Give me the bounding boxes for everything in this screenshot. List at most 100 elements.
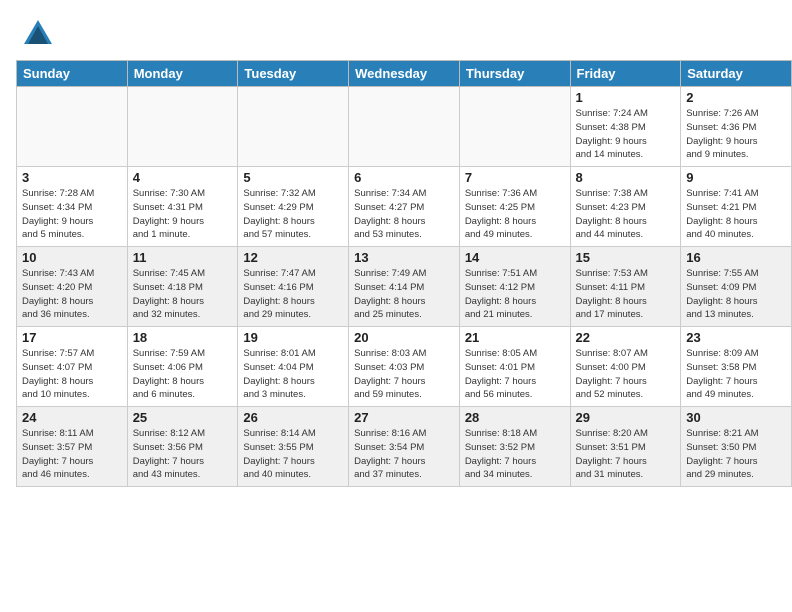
day-number: 7 (465, 170, 565, 185)
calendar-day: 25 Sunrise: 8:12 AMSunset: 3:56 PMDayligh… (127, 407, 238, 487)
calendar-week: 3 Sunrise: 7:28 AMSunset: 4:34 PMDaylight… (17, 167, 792, 247)
day-info: Sunrise: 7:28 AMSunset: 4:34 PMDaylight:… (22, 187, 122, 242)
day-info: Sunrise: 8:11 AMSunset: 3:57 PMDaylight:… (22, 427, 122, 482)
calendar-day: 21 Sunrise: 8:05 AMSunset: 4:01 PMDayligh… (459, 327, 570, 407)
day-info: Sunrise: 8:18 AMSunset: 3:52 PMDaylight:… (465, 427, 565, 482)
calendar-day (238, 87, 349, 167)
day-info: Sunrise: 8:12 AMSunset: 3:56 PMDaylight:… (133, 427, 233, 482)
day-number: 11 (133, 250, 233, 265)
calendar-day: 26 Sunrise: 8:14 AMSunset: 3:55 PMDayligh… (238, 407, 349, 487)
day-info: Sunrise: 7:36 AMSunset: 4:25 PMDaylight:… (465, 187, 565, 242)
day-number: 27 (354, 410, 454, 425)
weekday-header: Friday (570, 61, 681, 87)
calendar-week: 1Sunrise: 7:24 AMSunset: 4:38 PMDaylight… (17, 87, 792, 167)
day-number: 15 (576, 250, 676, 265)
calendar-day: 23 Sunrise: 8:09 AMSunset: 3:58 PMDayligh… (681, 327, 792, 407)
day-number: 19 (243, 330, 343, 345)
weekday-header: Monday (127, 61, 238, 87)
day-number: 6 (354, 170, 454, 185)
day-number: 24 (22, 410, 122, 425)
weekday-header: Wednesday (349, 61, 460, 87)
day-info: Sunrise: 7:24 AMSunset: 4:38 PMDaylight:… (576, 107, 676, 162)
calendar-day: 13 Sunrise: 7:49 AMSunset: 4:14 PMDayligh… (349, 247, 460, 327)
calendar-day (459, 87, 570, 167)
day-info: Sunrise: 7:47 AMSunset: 4:16 PMDaylight:… (243, 267, 343, 322)
calendar-day: 5 Sunrise: 7:32 AMSunset: 4:29 PMDaylight… (238, 167, 349, 247)
calendar-day: 19Sunrise: 8:01 AMSunset: 4:04 PMDayligh… (238, 327, 349, 407)
day-info: Sunrise: 7:49 AMSunset: 4:14 PMDaylight:… (354, 267, 454, 322)
day-info: Sunrise: 7:32 AMSunset: 4:29 PMDaylight:… (243, 187, 343, 242)
day-number: 9 (686, 170, 786, 185)
day-info: Sunrise: 8:07 AMSunset: 4:00 PMDaylight:… (576, 347, 676, 402)
logo-icon (20, 16, 56, 52)
calendar-day (17, 87, 128, 167)
day-info: Sunrise: 7:34 AMSunset: 4:27 PMDaylight:… (354, 187, 454, 242)
weekday-header: Thursday (459, 61, 570, 87)
calendar-day: 27 Sunrise: 8:16 AMSunset: 3:54 PMDayligh… (349, 407, 460, 487)
calendar-week: 24 Sunrise: 8:11 AMSunset: 3:57 PMDayligh… (17, 407, 792, 487)
calendar-header: SundayMondayTuesdayWednesdayThursdayFrid… (17, 61, 792, 87)
calendar-week: 17 Sunrise: 7:57 AMSunset: 4:07 PMDayligh… (17, 327, 792, 407)
day-info: Sunrise: 7:30 AMSunset: 4:31 PMDaylight:… (133, 187, 233, 242)
calendar-day: 11 Sunrise: 7:45 AMSunset: 4:18 PMDayligh… (127, 247, 238, 327)
calendar-body: 1Sunrise: 7:24 AMSunset: 4:38 PMDaylight… (17, 87, 792, 487)
weekday-row: SundayMondayTuesdayWednesdayThursdayFrid… (17, 61, 792, 87)
calendar-day (127, 87, 238, 167)
calendar-wrapper: SundayMondayTuesdayWednesdayThursdayFrid… (0, 60, 792, 495)
calendar-day: 22 Sunrise: 8:07 AMSunset: 4:00 PMDayligh… (570, 327, 681, 407)
day-info: Sunrise: 8:21 AMSunset: 3:50 PMDaylight:… (686, 427, 786, 482)
day-number: 16 (686, 250, 786, 265)
day-info: Sunrise: 8:03 AMSunset: 4:03 PMDaylight:… (354, 347, 454, 402)
day-info: Sunrise: 8:16 AMSunset: 3:54 PMDaylight:… (354, 427, 454, 482)
day-number: 21 (465, 330, 565, 345)
day-info: Sunrise: 7:57 AMSunset: 4:07 PMDaylight:… (22, 347, 122, 402)
calendar-day: 17 Sunrise: 7:57 AMSunset: 4:07 PMDayligh… (17, 327, 128, 407)
day-number: 5 (243, 170, 343, 185)
calendar-table: SundayMondayTuesdayWednesdayThursdayFrid… (16, 60, 792, 487)
day-number: 3 (22, 170, 122, 185)
calendar-day: 16 Sunrise: 7:55 AMSunset: 4:09 PMDayligh… (681, 247, 792, 327)
weekday-header: Sunday (17, 61, 128, 87)
day-info: Sunrise: 7:26 AMSunset: 4:36 PMDaylight:… (686, 107, 786, 162)
day-number: 26 (243, 410, 343, 425)
day-number: 28 (465, 410, 565, 425)
day-info: Sunrise: 7:55 AMSunset: 4:09 PMDaylight:… (686, 267, 786, 322)
calendar-day: 24 Sunrise: 8:11 AMSunset: 3:57 PMDayligh… (17, 407, 128, 487)
day-number: 12 (243, 250, 343, 265)
calendar-day: 20Sunrise: 8:03 AMSunset: 4:03 PMDayligh… (349, 327, 460, 407)
day-number: 2 (686, 90, 786, 105)
day-number: 25 (133, 410, 233, 425)
calendar-day: 7 Sunrise: 7:36 AMSunset: 4:25 PMDaylight… (459, 167, 570, 247)
day-info: Sunrise: 7:59 AMSunset: 4:06 PMDaylight:… (133, 347, 233, 402)
day-number: 29 (576, 410, 676, 425)
day-number: 13 (354, 250, 454, 265)
day-info: Sunrise: 7:51 AMSunset: 4:12 PMDaylight:… (465, 267, 565, 322)
calendar-day: 3 Sunrise: 7:28 AMSunset: 4:34 PMDaylight… (17, 167, 128, 247)
calendar-day: 1Sunrise: 7:24 AMSunset: 4:38 PMDaylight… (570, 87, 681, 167)
day-info: Sunrise: 7:38 AMSunset: 4:23 PMDaylight:… (576, 187, 676, 242)
calendar-day: 28 Sunrise: 8:18 AMSunset: 3:52 PMDayligh… (459, 407, 570, 487)
day-number: 4 (133, 170, 233, 185)
day-number: 23 (686, 330, 786, 345)
day-info: Sunrise: 7:45 AMSunset: 4:18 PMDaylight:… (133, 267, 233, 322)
day-info: Sunrise: 8:20 AMSunset: 3:51 PMDaylight:… (576, 427, 676, 482)
day-number: 17 (22, 330, 122, 345)
day-info: Sunrise: 7:41 AMSunset: 4:21 PMDaylight:… (686, 187, 786, 242)
day-info: Sunrise: 7:43 AMSunset: 4:20 PMDaylight:… (22, 267, 122, 322)
day-info: Sunrise: 8:09 AMSunset: 3:58 PMDaylight:… (686, 347, 786, 402)
calendar-week: 10 Sunrise: 7:43 AMSunset: 4:20 PMDayligh… (17, 247, 792, 327)
calendar-day: 9 Sunrise: 7:41 AMSunset: 4:21 PMDaylight… (681, 167, 792, 247)
calendar-day: 29 Sunrise: 8:20 AMSunset: 3:51 PMDayligh… (570, 407, 681, 487)
calendar-day: 10 Sunrise: 7:43 AMSunset: 4:20 PMDayligh… (17, 247, 128, 327)
weekday-header: Tuesday (238, 61, 349, 87)
calendar-day: 14Sunrise: 7:51 AMSunset: 4:12 PMDayligh… (459, 247, 570, 327)
day-info: Sunrise: 8:14 AMSunset: 3:55 PMDaylight:… (243, 427, 343, 482)
day-number: 22 (576, 330, 676, 345)
day-number: 10 (22, 250, 122, 265)
calendar-day: 4 Sunrise: 7:30 AMSunset: 4:31 PMDaylight… (127, 167, 238, 247)
calendar-day: 30Sunrise: 8:21 AMSunset: 3:50 PMDayligh… (681, 407, 792, 487)
page-header (0, 0, 792, 60)
calendar-day: 6 Sunrise: 7:34 AMSunset: 4:27 PMDaylight… (349, 167, 460, 247)
day-info: Sunrise: 8:05 AMSunset: 4:01 PMDaylight:… (465, 347, 565, 402)
calendar-day: 18Sunrise: 7:59 AMSunset: 4:06 PMDayligh… (127, 327, 238, 407)
